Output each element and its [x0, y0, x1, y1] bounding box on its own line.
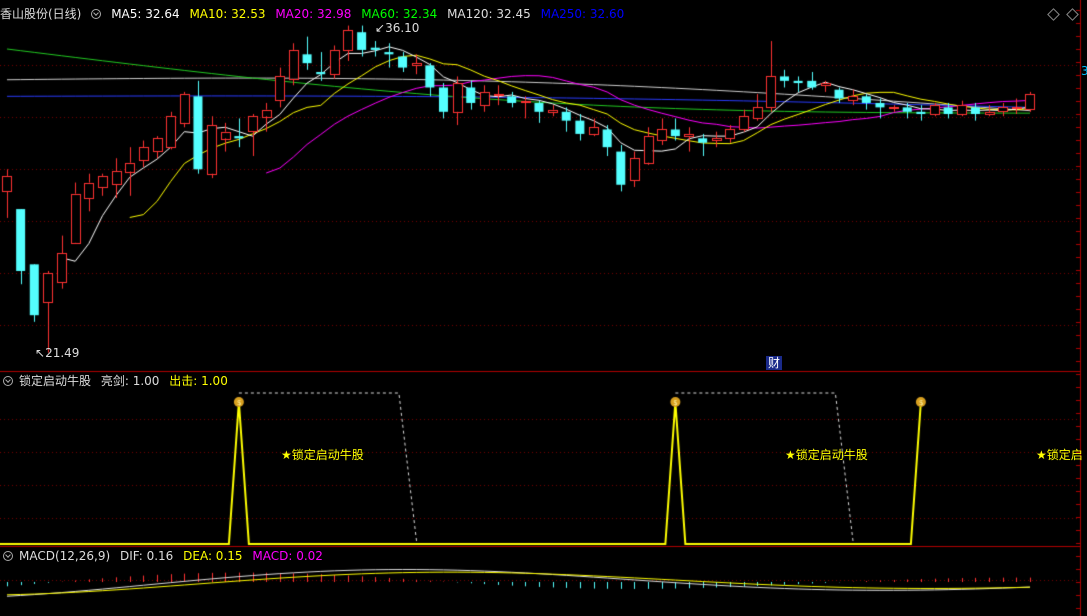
indicator-collapse-icon[interactable] — [3, 376, 13, 386]
low-price-label: 21.49 — [45, 346, 80, 360]
chart-canvas[interactable] — [0, 0, 1087, 616]
dif-value: DIF: 0.16 — [119, 549, 174, 563]
ma20-value: MA20: 32.98 — [275, 7, 352, 21]
macd-collapse-icon[interactable] — [3, 551, 13, 561]
event-badge[interactable]: 财 — [766, 356, 783, 370]
high-price-label: 36.10 — [385, 21, 420, 35]
signal-label-3: ★锁定启 — [1036, 448, 1083, 462]
macd-title: MACD(12,26,9) — [19, 549, 111, 563]
ma60-value: MA60: 32.34 — [361, 7, 438, 21]
liangjian-value: 亮剑: 1.00 — [100, 374, 160, 388]
stock-name: 香山股份(日线) — [0, 7, 82, 21]
signal-label-2: ★锁定启动牛股 — [785, 448, 868, 462]
macd-value: MACD: 0.02 — [252, 549, 323, 563]
signal-label-1: ★锁定启动牛股 — [281, 448, 364, 462]
collapse-icon[interactable] — [91, 9, 102, 19]
low-price-annotation: ↖21.49 — [35, 346, 80, 360]
ma120-value: MA120: 32.45 — [447, 7, 531, 21]
ma5-value: MA5: 32.64 — [111, 7, 180, 21]
indicator-panel-header: 锁定启动牛股 亮剑: 1.00 出击: 1.00 — [0, 373, 234, 389]
right-price-label: 3 — [1081, 64, 1087, 78]
dea-value: DEA: 0.15 — [183, 549, 243, 563]
ma10-value: MA10: 32.53 — [189, 7, 266, 21]
macd-panel-header: MACD(12,26,9) DIF: 0.16 DEA: 0.15 MACD: … — [0, 548, 329, 564]
ma250-value: MA250: 32.60 — [540, 7, 625, 21]
indicator-title: 锁定启动牛股 — [19, 374, 92, 388]
main-panel-header: 香山股份(日线) MA5: 32.64 MA10: 32.53 MA20: 32… — [0, 6, 630, 22]
high-price-annotation: ↙36.10 — [375, 21, 420, 35]
chuji-value: 出击: 1.00 — [169, 374, 228, 388]
